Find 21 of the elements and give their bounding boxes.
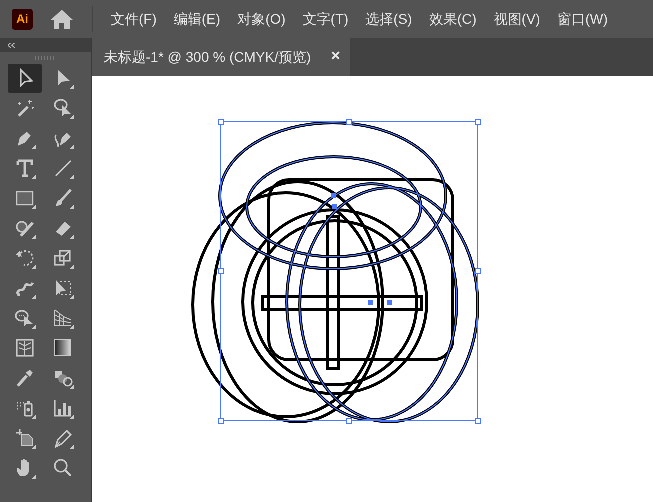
- menu-item[interactable]: 窗口(W): [550, 8, 615, 30]
- perspective-grid-icon[interactable]: [52, 307, 74, 330]
- grip-icon[interactable]: [34, 56, 56, 60]
- column-graph-icon[interactable]: [52, 397, 74, 420]
- menu-item[interactable]: 视图(V): [486, 8, 548, 30]
- home-icon[interactable]: [50, 8, 74, 30]
- collapse-icon[interactable]: [8, 42, 15, 48]
- document-tab[interactable]: 未标题-1* @ 300 % (CMYK/预览) ×: [92, 38, 350, 76]
- menu-item[interactable]: 选择(S): [358, 8, 420, 30]
- menu-item[interactable]: 文字(T): [296, 8, 356, 30]
- mesh-icon[interactable]: [14, 337, 36, 360]
- app-logo[interactable]: Ai: [12, 8, 33, 30]
- menu-item[interactable]: 效果(C): [422, 8, 484, 30]
- lasso-icon[interactable]: [52, 97, 74, 120]
- scale-icon[interactable]: [52, 247, 74, 270]
- menu-item[interactable]: 编辑(E): [166, 8, 228, 30]
- menu-item[interactable]: 对象(O): [230, 8, 293, 30]
- menu-item[interactable]: 文件(F): [104, 8, 164, 30]
- close-button[interactable]: ×: [331, 45, 340, 69]
- shape-builder-icon[interactable]: [14, 307, 36, 330]
- artboard-icon[interactable]: [14, 427, 36, 450]
